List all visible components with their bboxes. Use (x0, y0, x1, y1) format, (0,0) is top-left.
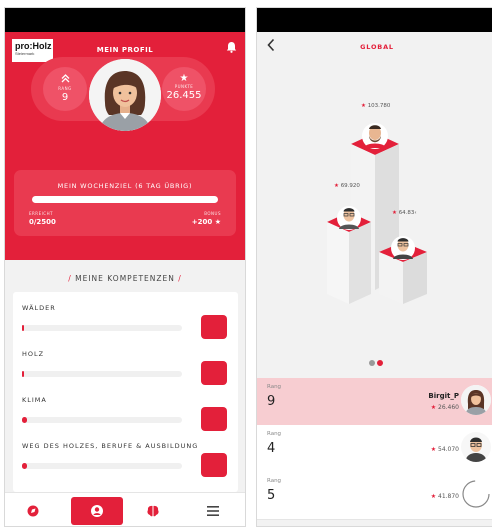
player-score-value: 41.870 (438, 493, 459, 500)
points-stat: ★ PUNKTE 26.455 (162, 67, 206, 111)
competencies-heading: / MEINE KOMPETENZEN / (68, 274, 182, 283)
rank-number: 9 (267, 394, 276, 409)
podium-score-third: ★ 64.83‹ (392, 210, 417, 216)
page-title: MEIN PROFIL (96, 46, 154, 54)
rank-value: 9 (61, 92, 69, 103)
podium-avatar-third[interactable] (391, 236, 415, 260)
page-dot[interactable] (369, 360, 375, 366)
profile-icon (91, 505, 103, 517)
page-dot-active[interactable] (377, 360, 383, 366)
competency-label: WEG DES HOLZES, BERUFE & AUSBILDUNG (22, 442, 199, 450)
star-icon: ★ (179, 73, 189, 84)
ranking-row[interactable]: Rang 5 ★ 41.870 (257, 472, 492, 520)
rank-stat: RANG 9 (43, 67, 87, 111)
competency-progress (22, 371, 182, 377)
bonus-label: BONUS (204, 211, 221, 216)
rank-label: Rang (267, 431, 282, 437)
competency-progress-fill (22, 463, 27, 469)
player-score-value: 26.460 (438, 404, 459, 411)
star-icon: ★ (430, 404, 437, 411)
nav-profile[interactable] (71, 497, 123, 525)
bonus-value: +200 (191, 218, 213, 226)
ranking-row[interactable]: Rang 4 ★ 54.070 (257, 425, 492, 473)
menu-icon (207, 506, 219, 516)
star-icon: ★ (430, 493, 437, 500)
competency-progress (22, 325, 182, 331)
ranking-row-me[interactable]: Rang 9 Birgit_P ★ 26.460 (257, 378, 492, 426)
profile-screen: pro:Holz Steiermark MEIN PROFIL RANG 9 ★… (4, 7, 246, 527)
star-icon: ★ (361, 103, 366, 109)
podium-score-value: 69.920 (340, 183, 360, 189)
podium-score-value: 103.780 (367, 103, 391, 109)
nav-explore[interactable] (13, 497, 53, 525)
star-icon: ★ (392, 210, 397, 216)
podium-score-value: 64.83‹ (398, 210, 417, 216)
competencies-heading-text: MEINE KOMPETENZEN (75, 274, 175, 283)
competencies-card: WÄLDER HOLZ KLIMA WEG DES HOLZES, BERUFE… (13, 292, 238, 492)
competency-row: HOLZ (13, 338, 238, 385)
star-icon: ★ (430, 446, 437, 453)
weekly-goal-card: MEIN WOCHENZIEL (6 TAG ÜBRIG) ERREICHT 0… (14, 170, 236, 236)
competency-progress-fill (22, 325, 24, 331)
podium-score-second: ★ 69.920 (334, 183, 360, 189)
avatar (461, 432, 491, 462)
page-indicator (369, 351, 385, 370)
podium-avatar-first[interactable] (362, 123, 388, 149)
competency-progress (22, 417, 182, 423)
avatar (461, 385, 491, 415)
avatar-loading (461, 479, 491, 509)
rank-label: RANG (58, 86, 72, 91)
player-score-value: 54.070 (438, 446, 459, 453)
points-value: 26.455 (166, 90, 202, 101)
earned-label: ERREICHT (29, 211, 54, 216)
player-score: ★ 41.870 (431, 493, 459, 500)
bell-icon[interactable] (226, 41, 237, 53)
brain-button[interactable] (201, 361, 227, 385)
player-score: ★ 26.460 (431, 404, 459, 411)
competency-label: WÄLDER (22, 304, 56, 312)
competency-label: KLIMA (22, 396, 47, 404)
bonus-block: BONUS +200 ★ (192, 211, 221, 227)
weekly-goal-progress (32, 196, 218, 203)
competency-row: WEG DES HOLZES, BERUFE & AUSBILDUNG (13, 430, 238, 477)
competency-row: KLIMA (13, 384, 238, 431)
competency-progress-fill (22, 417, 27, 423)
leaderboard-screen: GLOBAL ★ 103.780 ★ 69.920 ★ 64.83‹ Rang … (256, 7, 492, 527)
podium-avatar-second[interactable] (337, 206, 361, 230)
podium (327, 123, 427, 304)
podium-score-first: ★ 103.780 (361, 103, 390, 109)
nav-brain[interactable] (133, 497, 173, 525)
competency-label: HOLZ (22, 350, 45, 358)
status-bar (5, 8, 245, 32)
stars-icon: ★ (214, 218, 221, 226)
chevrons-up-icon (43, 74, 87, 86)
player-name: Birgit_P (428, 392, 459, 400)
earned-value: 0/2500 (29, 218, 56, 226)
competency-progress (22, 463, 182, 469)
rank-number: 5 (267, 488, 276, 503)
brain-icon (147, 505, 159, 517)
player-score: ★ 54.070 (431, 446, 459, 453)
rank-label: Rang (267, 478, 282, 484)
competency-progress-fill (22, 371, 24, 377)
brain-button[interactable] (201, 315, 227, 339)
nav-menu[interactable] (193, 497, 233, 525)
brain-button[interactable] (201, 407, 227, 431)
brain-button[interactable] (201, 453, 227, 477)
rank-number: 4 (267, 441, 276, 456)
star-icon: ★ (334, 183, 339, 189)
competency-row: WÄLDER (13, 292, 238, 339)
weekly-goal-title: MEIN WOCHENZIEL (6 TAG ÜBRIG) (57, 182, 193, 190)
earned-block: ERREICHT 0/2500 (29, 211, 56, 227)
avatar[interactable] (89, 59, 161, 131)
rank-label: Rang (267, 384, 282, 390)
bottom-nav (5, 492, 245, 526)
compass-icon (27, 505, 39, 517)
points-label: PUNKTE (174, 84, 194, 89)
